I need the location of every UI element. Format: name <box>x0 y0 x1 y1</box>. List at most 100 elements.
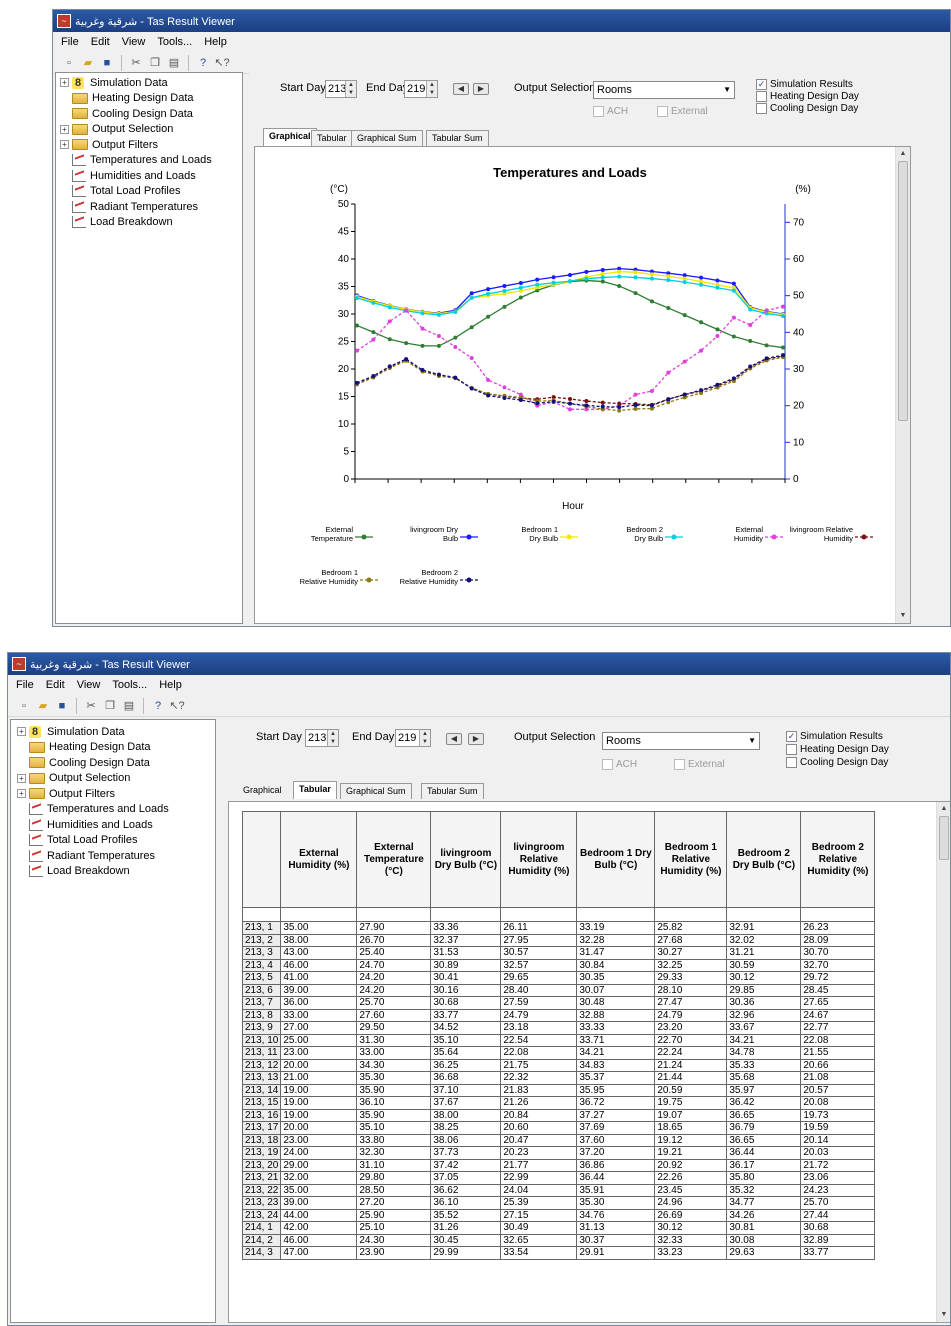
table-cell[interactable]: 32.89 <box>800 1233 876 1247</box>
table-cell[interactable]: 29.50 <box>356 1021 432 1035</box>
table-cell[interactable]: 27.15 <box>500 1208 578 1222</box>
table-cell[interactable]: 27.47 <box>654 996 728 1010</box>
table-row[interactable]: 213, 3 43.00 25.40 31.53 30.57 31.47 30.27 31.2… <box>241 946 876 960</box>
scroll-down-icon[interactable]: ▼ <box>937 1308 950 1322</box>
table-cell[interactable]: 27.90 <box>356 921 432 935</box>
tree-item[interactable]: Load Breakdown <box>60 215 242 231</box>
table-cell[interactable]: 23.20 <box>654 1021 728 1035</box>
menu-help[interactable]: Help <box>204 36 227 48</box>
table-cell[interactable]: 34.52 <box>430 1021 502 1035</box>
table-row[interactable]: 213, 24 44.00 25.90 35.52 27.15 34.76 26.69 34.… <box>241 1208 876 1222</box>
scroll-up-icon[interactable]: ▲ <box>937 802 950 816</box>
table-cell[interactable]: 19.12 <box>654 1133 728 1147</box>
table-cell[interactable]: 25.70 <box>800 1196 876 1210</box>
table-cell[interactable]: 22.70 <box>654 1033 728 1047</box>
table-cell[interactable]: 24.30 <box>356 1233 432 1247</box>
tab-graphical-sum[interactable]: Graphical Sum <box>340 783 412 799</box>
table-cell[interactable]: 22.77 <box>800 1021 876 1035</box>
column-header[interactable]: Bedroom 1 Relative Humidity (%) <box>654 811 728 908</box>
table-cell[interactable]: 22.26 <box>654 1171 728 1185</box>
row-header-cell[interactable]: 213, 19 <box>241 1146 282 1160</box>
tree-item[interactable]: Radiant Temperatures <box>17 848 215 864</box>
table-cell[interactable]: 23.00 <box>280 1133 358 1147</box>
row-header-cell[interactable]: 213, 23 <box>241 1196 282 1210</box>
table-cell[interactable]: 20.03 <box>800 1146 876 1160</box>
table-cell[interactable]: 32.37 <box>430 933 502 947</box>
table-cell[interactable]: 35.52 <box>430 1208 502 1222</box>
menu-help[interactable]: Help <box>159 679 182 691</box>
table-cell[interactable]: 33.00 <box>280 1008 358 1022</box>
table-cell[interactable]: 21.24 <box>654 1058 728 1072</box>
tree-item[interactable]: +8 Simulation Data <box>60 75 242 91</box>
table-cell[interactable]: 24.79 <box>500 1008 578 1022</box>
copy-icon[interactable]: ❐ <box>147 55 163 71</box>
row-header-cell[interactable]: 213, 15 <box>241 1096 282 1110</box>
table-row[interactable]: 214, 3 47.00 23.90 29.99 33.54 29.91 33.23 29.6… <box>241 1246 876 1260</box>
table-cell[interactable]: 22.99 <box>500 1171 578 1185</box>
table-cell[interactable]: 21.75 <box>500 1058 578 1072</box>
table-cell[interactable]: 44.00 <box>280 1208 358 1222</box>
menu-tools[interactable]: Tools... <box>112 679 147 691</box>
table-cell[interactable]: 32.88 <box>576 1008 656 1022</box>
table-row[interactable]: 213, 16 19.00 35.90 38.00 20.84 37.27 19.07 36.… <box>241 1108 876 1122</box>
table-cell[interactable]: 23.06 <box>800 1171 876 1185</box>
table-cell[interactable]: 35.30 <box>576 1196 656 1210</box>
table-cell[interactable]: 27.44 <box>800 1208 876 1222</box>
table-cell[interactable]: 26.23 <box>800 921 876 935</box>
context-help-icon[interactable]: ↖? <box>169 698 185 714</box>
table-cell[interactable]: 36.10 <box>430 1196 502 1210</box>
table-row[interactable]: 213, 14 19.00 35.90 37.10 21.83 35.95 20.59 35.… <box>241 1083 876 1097</box>
tab-tabular-sum[interactable]: Tabular Sum <box>426 130 489 146</box>
table-cell[interactable]: 26.69 <box>654 1208 728 1222</box>
table-cell[interactable]: 32.30 <box>356 1146 432 1160</box>
heating-design-day-checkbox[interactable]: Heating Design Day <box>786 744 889 755</box>
table-cell[interactable]: 20.08 <box>800 1096 876 1110</box>
table-row[interactable]: 213, 13 21.00 35.30 36.68 22.32 35.37 21.44 35.… <box>241 1071 876 1085</box>
column-header[interactable]: External Humidity (%) <box>280 811 358 908</box>
table-cell[interactable]: 31.30 <box>356 1033 432 1047</box>
end-day-spinner[interactable]: 219 ▲ ▼ <box>395 729 431 747</box>
table-cell[interactable]: 22.54 <box>500 1033 578 1047</box>
table-cell[interactable]: 37.73 <box>430 1146 502 1160</box>
table-cell[interactable]: 29.85 <box>726 983 802 997</box>
table-cell[interactable]: 33.23 <box>654 1246 728 1260</box>
start-day-spinner[interactable]: 213 ▲ ▼ <box>325 80 357 98</box>
table-row[interactable]: 213, 18 23.00 33.80 38.06 20.47 37.60 19.12 36.… <box>241 1133 876 1147</box>
table-row[interactable]: 213, 2 38.00 26.70 32.37 27.95 32.28 27.68 32.0… <box>241 933 876 947</box>
table-cell[interactable]: 30.37 <box>576 1233 656 1247</box>
row-header-cell[interactable]: 213, 6 <box>241 983 282 997</box>
table-row[interactable]: 213, 1 35.00 27.90 33.36 26.11 33.19 25.82 32.9… <box>241 921 876 935</box>
row-header-cell[interactable]: 213, 5 <box>241 971 282 985</box>
table-cell[interactable]: 22.08 <box>500 1046 578 1060</box>
table-cell[interactable]: 41.00 <box>280 971 358 985</box>
table-cell[interactable]: 20.00 <box>280 1121 358 1135</box>
tree-item[interactable]: Load Breakdown <box>17 864 215 880</box>
table-cell[interactable]: 19.00 <box>280 1108 358 1122</box>
table-row[interactable]: 213, 5 41.00 24.20 30.41 29.65 30.35 29.33 30.1… <box>241 971 876 985</box>
table-cell[interactable]: 36.17 <box>726 1158 802 1172</box>
column-header[interactable]: External Temperature (°C) <box>356 811 432 908</box>
table-cell[interactable]: 31.10 <box>356 1158 432 1172</box>
table-cell[interactable]: 46.00 <box>280 958 358 972</box>
table-cell[interactable]: 36.65 <box>726 1133 802 1147</box>
previous-period-button[interactable]: ◀ <box>446 733 462 745</box>
row-header-cell[interactable]: 214, 3 <box>241 1246 282 1260</box>
tree-item[interactable]: Humidities and Loads <box>17 817 215 833</box>
tree-item[interactable]: Temperatures and Loads <box>60 153 242 169</box>
table-cell[interactable]: 22.08 <box>800 1033 876 1047</box>
row-header-cell[interactable]: 213, 2 <box>241 933 282 947</box>
menu-file[interactable]: File <box>16 679 34 691</box>
table-row[interactable]: 213, 6 39.00 24.20 30.16 28.40 30.07 28.10 29.8… <box>241 983 876 997</box>
table-cell[interactable]: 23.18 <box>500 1021 578 1035</box>
table-cell[interactable]: 30.36 <box>726 996 802 1010</box>
table-cell[interactable]: 29.91 <box>576 1246 656 1260</box>
copy-icon[interactable]: ❐ <box>102 698 118 714</box>
table-cell[interactable]: 32.96 <box>726 1008 802 1022</box>
cooling-design-day-checkbox[interactable]: Cooling Design Day <box>786 757 888 768</box>
table-cell[interactable]: 20.23 <box>500 1146 578 1160</box>
table-cell[interactable]: 33.19 <box>576 921 656 935</box>
table-cell[interactable]: 28.09 <box>800 933 876 947</box>
row-header-cell[interactable]: 214, 2 <box>241 1233 282 1247</box>
table-cell[interactable]: 33.71 <box>576 1033 656 1047</box>
table-cell[interactable]: 46.00 <box>280 1233 358 1247</box>
